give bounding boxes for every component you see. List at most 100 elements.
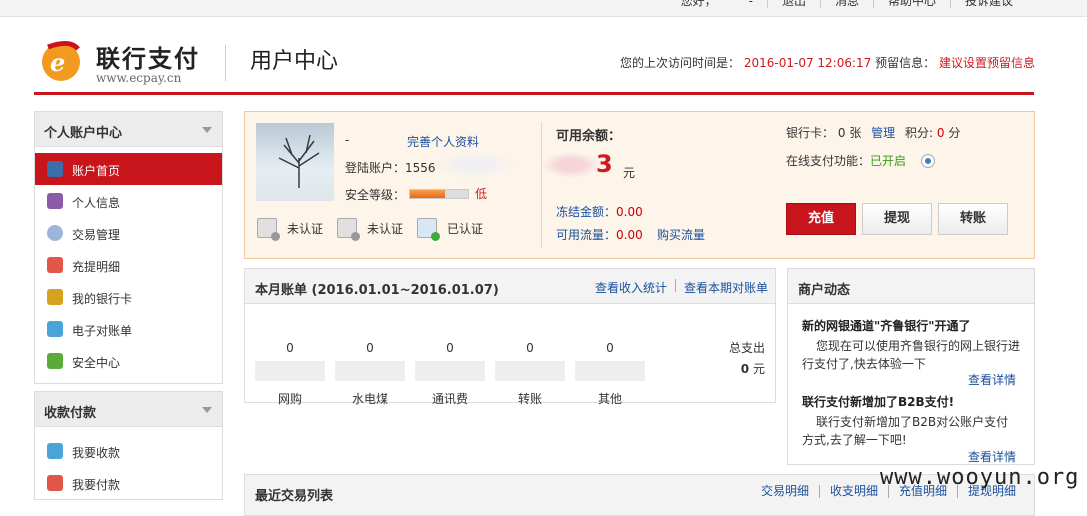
gear-icon bbox=[47, 225, 63, 241]
merchant-news-header: 商户动态 bbox=[788, 269, 1034, 304]
category-label: 网购 bbox=[277, 392, 302, 406]
news-item: 联行支付新增加了B2B支付! 联行支付新增加了B2B对公账户支付方式,去了解一下… bbox=[802, 393, 1020, 449]
buy-flow-link[interactable]: 购买流量 bbox=[657, 226, 705, 243]
phone-icon bbox=[417, 218, 441, 241]
income-stats-link[interactable]: 查看收入统计 bbox=[595, 279, 667, 296]
redacted-blur bbox=[541, 152, 601, 178]
sidebar-item-recharge-details[interactable]: 充提明细 bbox=[35, 249, 222, 281]
complete-profile-link[interactable]: 完善个人资料 bbox=[407, 133, 479, 150]
news-more-link[interactable]: 查看详情 bbox=[968, 371, 1016, 388]
sidebar-item-receive[interactable]: 我要收款 bbox=[35, 435, 222, 467]
user-icon bbox=[47, 161, 63, 177]
category-value: 0 bbox=[446, 341, 454, 355]
online-status: 已开启 bbox=[870, 154, 907, 168]
redacted-blur bbox=[435, 152, 515, 178]
category-label: 水电煤 bbox=[351, 392, 388, 406]
sidebar-item-security[interactable]: 安全中心 bbox=[35, 345, 222, 377]
manage-cards-link[interactable]: 管理 bbox=[871, 126, 895, 140]
news-item: 新的网银通道"齐鲁银行"开通了 您现在可以使用齐鲁银行的网上银行进行支付了,快去… bbox=[802, 317, 1020, 373]
sidebar-item-profile[interactable]: 个人信息 bbox=[35, 185, 222, 217]
avatar[interactable] bbox=[256, 123, 334, 201]
category-bar bbox=[495, 361, 565, 381]
category-bar bbox=[415, 361, 485, 381]
online-label: 在线支付功能： bbox=[786, 154, 871, 168]
sidebar-header-payments[interactable]: 收款付款 bbox=[35, 392, 222, 427]
header-red-line bbox=[34, 92, 1034, 95]
receive-icon bbox=[47, 443, 63, 459]
watermark: www.wooyun.org bbox=[880, 465, 1080, 490]
statement-link[interactable]: 查看本期对账单 bbox=[684, 279, 768, 296]
sidebar-header-account[interactable]: 个人账户中心 bbox=[35, 112, 222, 147]
balance-value: 3 bbox=[596, 150, 613, 178]
news-title: 新的网银通道"齐鲁银行"开通了 bbox=[802, 319, 971, 333]
account-name: - bbox=[345, 133, 350, 147]
category-value: 0 bbox=[286, 341, 294, 355]
news-title: 联行支付新增加了B2B支付! bbox=[802, 395, 955, 409]
total-value: 0 bbox=[740, 362, 750, 376]
bill-category-online-shopping: 0 网购 bbox=[255, 341, 325, 407]
points-unit: 分 bbox=[948, 126, 961, 140]
merchant-news-title: 商户动态 bbox=[798, 283, 851, 298]
help-link[interactable]: 帮助中心 bbox=[872, 0, 950, 8]
greeting-text: 您好， - bbox=[680, 0, 753, 8]
chevron-down-icon bbox=[202, 127, 212, 133]
complaint-link[interactable]: 投诉建议 bbox=[949, 0, 1027, 8]
bill-category-telecom: 0 通讯费 bbox=[415, 341, 485, 407]
sidebar-item-label: 个人信息 bbox=[72, 196, 121, 210]
chevron-down-icon bbox=[202, 407, 212, 413]
cards-label: 银行卡： bbox=[786, 126, 835, 140]
news-body: 联行支付新增加了B2B对公账户支付方式,去了解一下吧! bbox=[802, 415, 1009, 447]
pay-icon bbox=[47, 475, 63, 491]
monthly-bill-title: 本月账单 (2016.01.01~2016.01.07) bbox=[255, 283, 499, 298]
login-label: 登陆账户： bbox=[345, 161, 406, 175]
transfer-button[interactable]: 转账 bbox=[938, 203, 1008, 235]
sidebar-item-account-home[interactable]: 账户首页 bbox=[35, 153, 222, 185]
category-label: 通讯费 bbox=[431, 392, 468, 406]
certifications: 未认证 未认证 已认证 bbox=[257, 218, 497, 241]
flow-label: 可用流量： bbox=[556, 228, 617, 242]
last-visit-time: 2016-01-07 12:06:17 bbox=[743, 56, 872, 70]
sidebar-item-bank-cards[interactable]: 我的银行卡 bbox=[35, 281, 222, 313]
login-account: 登陆账户：1556 bbox=[345, 159, 436, 176]
brand-name: 联行支付 bbox=[96, 45, 200, 73]
recharge-button[interactable]: 充值 bbox=[786, 203, 856, 235]
category-bar bbox=[575, 361, 645, 381]
sidebar-item-label: 账户首页 bbox=[72, 164, 121, 178]
total-expense: 总支出 0 元 bbox=[721, 339, 765, 377]
reserve-link[interactable]: 建议设置预留信息 bbox=[939, 56, 1035, 70]
logout-link[interactable]: 退出 bbox=[766, 0, 820, 8]
header-divider bbox=[225, 45, 226, 81]
withdraw-button[interactable]: 提现 bbox=[862, 203, 932, 235]
link-separator bbox=[675, 279, 676, 292]
income-expense-link[interactable]: 收支明细 bbox=[818, 485, 888, 498]
online-payment-toggle[interactable] bbox=[921, 154, 935, 168]
sidebar: 个人账户中心 账户首页 个人信息 交易管理 充提明细 我的银行卡 电子对账单 安… bbox=[34, 111, 223, 507]
messages-link[interactable]: 消息 bbox=[819, 0, 873, 8]
category-label: 其他 bbox=[597, 392, 622, 406]
sidebar-item-label: 交易管理 bbox=[72, 228, 121, 242]
security-level-text: 低 bbox=[475, 187, 488, 201]
news-more-link[interactable]: 查看详情 bbox=[968, 448, 1016, 465]
brand-url: www.ecpay.cn bbox=[96, 71, 182, 85]
page-title: 用户中心 bbox=[250, 49, 339, 74]
sidebar-item-label: 电子对账单 bbox=[72, 324, 133, 338]
sidebar-item-pay[interactable]: 我要付款 bbox=[35, 467, 222, 499]
top-links: 您好， - 退出 消息 帮助中心 投诉建议 bbox=[653, 0, 1027, 8]
sidebar-item-e-statement[interactable]: 电子对账单 bbox=[35, 313, 222, 345]
sidebar-item-transactions[interactable]: 交易管理 bbox=[35, 217, 222, 249]
cert-label: 未认证 bbox=[287, 221, 324, 236]
transaction-details-link[interactable]: 交易明细 bbox=[751, 485, 819, 498]
bill-category-transfer: 0 转账 bbox=[495, 341, 565, 407]
merchant-news-panel: 商户动态 新的网银通道"齐鲁银行"开通了 您现在可以使用齐鲁银行的网上银行进行支… bbox=[787, 268, 1035, 465]
sidebar-item-label: 我的银行卡 bbox=[72, 292, 133, 306]
category-label: 转账 bbox=[517, 392, 542, 406]
logo[interactable]: e 联行支付 www.ecpay.cn bbox=[40, 37, 200, 91]
profile-icon bbox=[47, 193, 63, 209]
cert-item-phone[interactable]: 已认证 bbox=[417, 218, 483, 241]
cert-item-id[interactable]: 未认证 bbox=[257, 218, 324, 241]
category-value: 0 bbox=[526, 341, 534, 355]
cert-item-certificate[interactable]: 未认证 bbox=[337, 218, 403, 241]
tree-image-icon bbox=[278, 134, 320, 188]
sidebar-item-label: 安全中心 bbox=[72, 356, 121, 370]
sidebar-section-account: 个人账户中心 账户首页 个人信息 交易管理 充提明细 我的银行卡 电子对账单 安… bbox=[34, 111, 223, 384]
